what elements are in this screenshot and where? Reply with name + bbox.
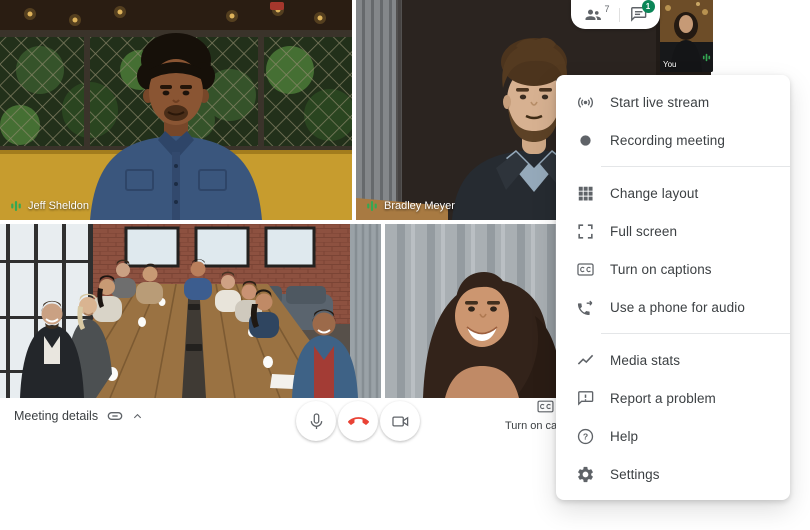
menu-item-media-stats[interactable]: Media stats bbox=[556, 341, 790, 379]
menu-item-report-a-problem[interactable]: Report a problem bbox=[556, 379, 790, 417]
menu-item-change-layout[interactable]: Change layout bbox=[556, 174, 790, 212]
chevron-up-icon bbox=[132, 411, 143, 422]
mute-microphone-button[interactable] bbox=[296, 401, 336, 441]
camera-icon bbox=[391, 412, 410, 431]
more-options-menu: Start live stream Recording meeting Chan… bbox=[556, 75, 790, 500]
video-tile-conference-room[interactable] bbox=[0, 224, 381, 398]
menu-item-recording-meeting[interactable]: Recording meeting bbox=[556, 121, 790, 159]
menu-item-start-live-stream[interactable]: Start live stream bbox=[556, 83, 790, 121]
record-icon bbox=[576, 131, 595, 150]
menu-item-settings[interactable]: Settings bbox=[556, 455, 790, 493]
video-tile-jeff[interactable]: Jeff Sheldon bbox=[0, 0, 352, 220]
participant-name: Bradley Meyer bbox=[384, 200, 455, 212]
grid-icon bbox=[576, 184, 595, 203]
hang-up-icon bbox=[348, 411, 369, 432]
details-pill-icon bbox=[107, 410, 123, 422]
svg-text:?: ? bbox=[583, 431, 588, 441]
menu-divider bbox=[601, 333, 790, 334]
participants-count: 7 bbox=[604, 4, 609, 14]
help-icon: ? bbox=[576, 427, 595, 446]
participant-name: Jeff Sheldon bbox=[28, 200, 89, 212]
self-view-label: You bbox=[663, 60, 677, 69]
chat-unread-badge: 1 bbox=[642, 0, 655, 13]
settings-gear-icon bbox=[576, 465, 595, 484]
participants-icon bbox=[583, 5, 603, 25]
conference-room-scene bbox=[0, 224, 381, 398]
meeting-details-button[interactable]: Meeting details bbox=[14, 409, 143, 423]
jeff-video-scene bbox=[0, 0, 352, 220]
voice-activity-icon bbox=[366, 200, 378, 212]
captions-icon bbox=[576, 260, 595, 279]
fullscreen-icon bbox=[576, 222, 595, 241]
meeting-details-label: Meeting details bbox=[14, 409, 98, 423]
report-icon bbox=[576, 389, 595, 408]
menu-item-help[interactable]: ? Help bbox=[556, 417, 790, 455]
hang-up-button[interactable] bbox=[338, 401, 378, 441]
menu-item-turn-on-captions[interactable]: Turn on captions bbox=[556, 250, 790, 288]
menu-item-full-screen[interactable]: Full screen bbox=[556, 212, 790, 250]
meeting-toolbar: 7 1 bbox=[571, 0, 660, 29]
self-voice-activity-icon bbox=[702, 53, 711, 62]
menu-item-use-phone-for-audio[interactable]: Use a phone for audio bbox=[556, 288, 790, 326]
participant-name-label: Jeff Sheldon bbox=[10, 200, 89, 212]
stats-icon bbox=[576, 351, 595, 370]
menu-divider bbox=[601, 166, 790, 167]
chat-button[interactable]: 1 bbox=[629, 5, 648, 24]
voice-activity-icon bbox=[10, 200, 22, 212]
microphone-icon bbox=[307, 412, 326, 431]
live-stream-icon bbox=[576, 93, 595, 112]
phone-audio-icon bbox=[576, 298, 595, 317]
participants-button[interactable]: 7 bbox=[583, 5, 609, 25]
participant-name-label: Bradley Meyer bbox=[366, 200, 455, 212]
self-view-tile[interactable]: You bbox=[660, 0, 713, 72]
captions-icon bbox=[537, 400, 554, 413]
toolbar-divider bbox=[619, 8, 620, 22]
camera-toggle-button[interactable] bbox=[380, 401, 420, 441]
